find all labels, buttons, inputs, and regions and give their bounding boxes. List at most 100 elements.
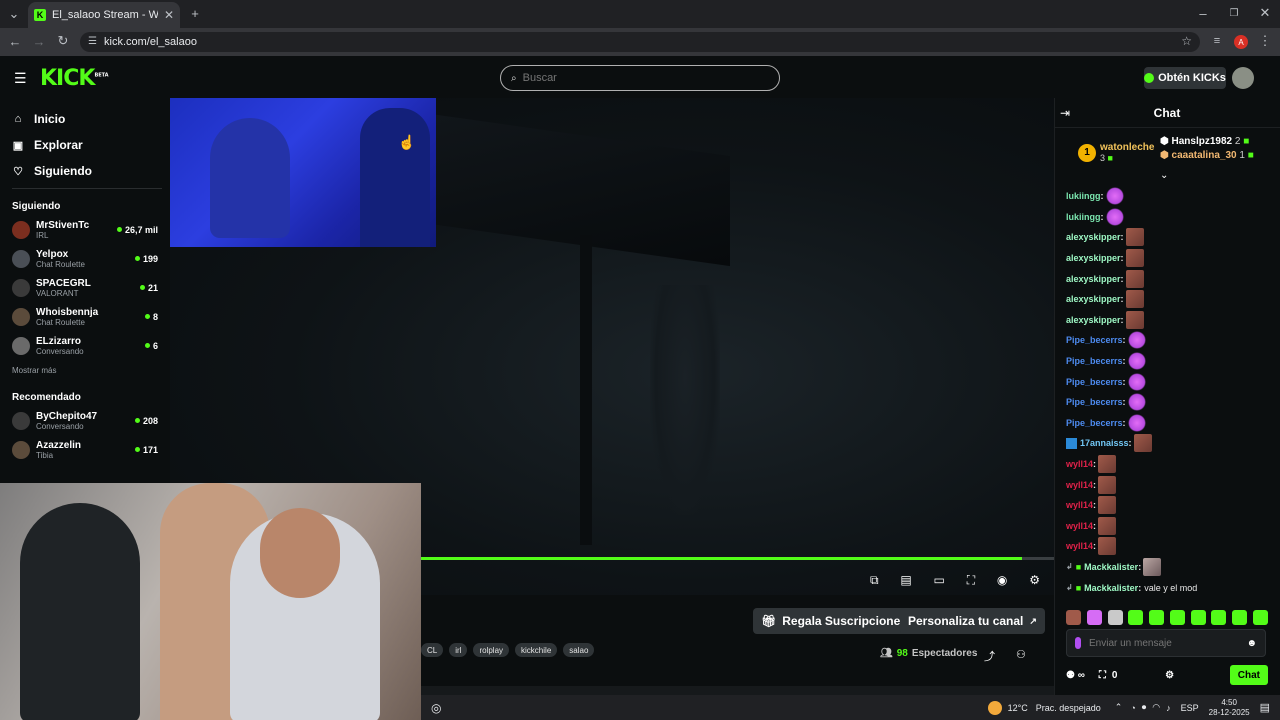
leader-row[interactable]: ⬢ caaatalina_30 1 ■ xyxy=(1160,150,1254,161)
emote-icon[interactable] xyxy=(1098,516,1117,535)
reload-icon[interactable]: ↻ xyxy=(56,33,70,48)
chat-send-button[interactable]: Chat xyxy=(1229,665,1268,685)
emoji-icon[interactable]: ☻ xyxy=(1246,638,1257,649)
chevron-down-icon[interactable]: ⌄ xyxy=(1160,170,1168,181)
nav-following[interactable]: ♡ Siguiendo xyxy=(0,158,170,184)
kick-logo[interactable]: KICKBETA xyxy=(40,66,109,91)
emote-icon[interactable] xyxy=(1098,455,1117,474)
wifi-icon[interactable]: ◠ xyxy=(1152,702,1160,713)
emote-icon[interactable] xyxy=(1149,609,1165,625)
chat-username[interactable]: lukiingg xyxy=(1066,191,1101,201)
emote-icon[interactable] xyxy=(1127,331,1146,350)
notifications-icon[interactable]: ▤ xyxy=(1260,701,1270,714)
collapse-chat-icon[interactable]: ⇥ xyxy=(1060,106,1070,120)
user-avatar[interactable] xyxy=(1232,67,1254,89)
follow-user-icon[interactable]: ⚇ xyxy=(1016,648,1026,661)
tray-chevron-icon[interactable]: ⌃ xyxy=(1115,702,1123,713)
channel-item[interactable]: ByChepito47 Conversando 208 xyxy=(0,406,170,435)
search-input[interactable] xyxy=(522,72,763,84)
emote-icon[interactable] xyxy=(1125,249,1144,268)
miniplayer-icon[interactable]: ⧉ xyxy=(870,573,879,588)
chat-username[interactable]: Pipe_becerrs xyxy=(1066,418,1123,428)
emote-icon[interactable] xyxy=(1252,609,1268,625)
emote-icon[interactable] xyxy=(1127,352,1146,371)
chat-settings-icon[interactable]: ⚙ xyxy=(1165,670,1174,681)
volume-icon[interactable]: ♪ xyxy=(1166,703,1171,713)
chat-message-input[interactable] xyxy=(1089,637,1229,649)
language-indicator[interactable]: ESP xyxy=(1181,703,1199,713)
new-tab-icon[interactable]: + xyxy=(188,6,202,21)
chat-username[interactable]: lukiingg xyxy=(1066,212,1101,222)
emote-icon[interactable] xyxy=(1086,609,1102,625)
clip-icon[interactable]: ▤ xyxy=(900,573,911,587)
get-kicks-button[interactable]: Obtén KICKs xyxy=(1144,67,1226,89)
emote-icon[interactable] xyxy=(1125,290,1144,309)
emote-icon[interactable] xyxy=(1127,393,1146,412)
chat-username[interactable]: Pipe_becerrs xyxy=(1066,335,1123,345)
channel-item[interactable]: Yelpox Chat Roulette 199 xyxy=(0,244,170,273)
nav-explore[interactable]: ▣ Explorar xyxy=(0,132,170,158)
emote-icon[interactable] xyxy=(1125,269,1144,288)
site-info-icon[interactable]: ☰ xyxy=(88,36,97,47)
leader-row[interactable]: ⬢ Hanslpz1982 2 ■ xyxy=(1160,136,1254,147)
chat-username[interactable]: wyll14 xyxy=(1066,500,1093,510)
emote-icon[interactable] xyxy=(1066,609,1081,625)
bookmark-star-icon[interactable]: ☆ xyxy=(1181,34,1192,48)
microphone-tray-icon[interactable]: ⏺ xyxy=(1142,702,1147,713)
profile-avatar[interactable]: A xyxy=(1234,35,1248,49)
nav-home[interactable]: ⌂ Inicio xyxy=(0,106,170,132)
chat-username[interactable]: alexyskipper xyxy=(1066,315,1121,325)
chat-username[interactable]: 17annaisss xyxy=(1080,438,1129,448)
chat-username[interactable]: Pipe_becerrs xyxy=(1066,397,1123,407)
chat-username[interactable]: Mackkalister xyxy=(1084,583,1138,593)
tag-chip[interactable]: irl xyxy=(449,643,468,657)
emote-icon[interactable] xyxy=(1098,496,1117,515)
emote-icon[interactable] xyxy=(1232,609,1248,625)
channel-item[interactable]: ELzizarro Conversando 6 xyxy=(0,331,170,360)
chat-input-box[interactable]: ☻ xyxy=(1066,629,1266,657)
chat-username[interactable]: alexyskipper xyxy=(1066,253,1121,263)
chat-username[interactable]: wyll14 xyxy=(1066,521,1093,531)
leader-top-name[interactable]: watonleche xyxy=(1100,142,1154,153)
emote-icon[interactable] xyxy=(1143,557,1162,576)
chat-username[interactable]: Pipe_becerrs xyxy=(1066,356,1123,366)
emote-icon[interactable] xyxy=(1190,609,1206,625)
restore-icon[interactable]: ❐ xyxy=(1227,6,1241,20)
channel-item[interactable]: SPACEGRL VALORANT 21 xyxy=(0,273,170,302)
address-bar[interactable]: ☰ kick.com/el_salaoo ☆ xyxy=(80,32,1200,52)
tag-chip[interactable]: kickchile xyxy=(515,643,558,657)
channel-item[interactable]: Azazzelin Tibia 171 xyxy=(0,435,170,464)
points-icon[interactable]: ⚉ ∞ xyxy=(1066,670,1085,681)
playback-icon[interactable]: ◉ xyxy=(997,573,1007,587)
settings-gear-icon[interactable]: ⚙ xyxy=(1029,573,1040,587)
weather-desc[interactable]: Prac. despejado xyxy=(1036,703,1101,713)
emote-icon[interactable] xyxy=(1128,609,1144,625)
emote-icon[interactable] xyxy=(1127,413,1146,432)
chat-username[interactable]: Mackkalister xyxy=(1084,562,1138,572)
back-icon[interactable]: ← xyxy=(8,34,22,49)
close-window-icon[interactable]: ✕ xyxy=(1258,5,1272,20)
tag-chip[interactable]: CL xyxy=(421,643,444,657)
media-icon[interactable]: ≡ xyxy=(1210,34,1224,48)
channel-item[interactable]: Whoisbennja Chat Roulette 8 xyxy=(0,302,170,331)
clock[interactable]: 4:50 28-12-2025 xyxy=(1209,698,1250,718)
search-bar[interactable]: ⌕ xyxy=(500,65,780,91)
emote-icon[interactable] xyxy=(1211,609,1227,625)
theater-mode-icon[interactable]: ▭ xyxy=(934,573,945,587)
share-icon[interactable]: ⤴ xyxy=(984,648,995,664)
emote-icon[interactable] xyxy=(1127,372,1146,391)
minimize-icon[interactable]: – xyxy=(1196,6,1210,21)
chat-username[interactable]: wyll14 xyxy=(1066,459,1093,469)
gift-subs-button[interactable]: 🎁︎ Regala Suscripciones xyxy=(753,608,915,634)
weather-temp[interactable]: 12°C xyxy=(1008,703,1028,713)
channel-item[interactable]: MrStivenTc IRL 26,7 mil xyxy=(0,215,170,244)
video-progress-bar[interactable] xyxy=(421,557,1054,560)
browser-menu-icon[interactable]: ⋮ xyxy=(1258,33,1272,48)
reply-icon[interactable]: ↲ xyxy=(1066,583,1073,592)
tag-chip[interactable]: rolplay xyxy=(473,643,510,657)
forward-icon[interactable]: → xyxy=(32,34,46,49)
emote-icon[interactable] xyxy=(1125,310,1144,329)
emote-icon[interactable] xyxy=(1107,609,1123,625)
emote-icon[interactable] xyxy=(1105,187,1124,206)
emote-icon[interactable] xyxy=(1105,207,1124,226)
